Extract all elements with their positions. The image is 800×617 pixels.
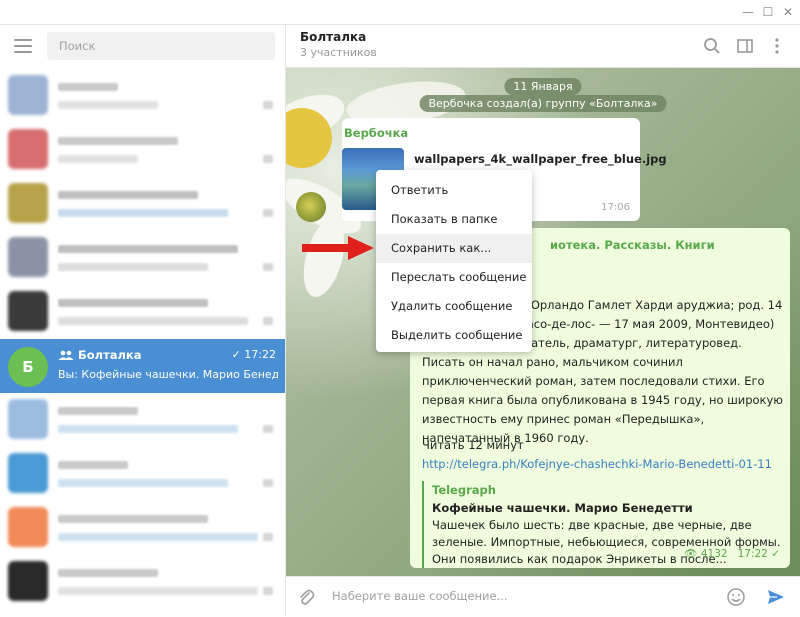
chat-header: Болталка 3 участников (286, 25, 800, 68)
chat-time-value: 17:22 (244, 348, 276, 361)
menu-item-save-as[interactable]: Сохранить как... (376, 234, 532, 263)
chat-item-blurred[interactable] (0, 447, 285, 501)
preview-text: Чашечек было шесть: две красные, две чер… (432, 518, 781, 566)
chat-preview-blurred (58, 263, 208, 271)
service-message: Вербочка создал(а) группу «Болталка» (419, 95, 667, 112)
preview-title: Кофейные чашечки. Марио Бенедетти (432, 501, 693, 515)
title-bar: — ☐ ✕ (0, 0, 800, 25)
view-count: 4132 (700, 548, 728, 560)
chat-preview-blurred (58, 587, 258, 595)
avatar (8, 291, 48, 331)
chat-preview-blurred (58, 155, 138, 163)
sender-avatar[interactable] (296, 192, 326, 222)
context-menu: Ответить Показать в папке Сохранить как.… (376, 170, 532, 352)
red-arrow-annotation (302, 236, 374, 260)
hamburger-menu-icon[interactable] (14, 39, 32, 53)
chat-meta-blurred (263, 533, 273, 541)
attach-icon[interactable] (296, 587, 316, 607)
avatar (8, 237, 48, 277)
avatar (8, 507, 48, 547)
chat-preview-blurred (58, 209, 228, 217)
chat-item-blurred[interactable] (0, 231, 285, 285)
chat-item-blurred[interactable] (0, 501, 285, 555)
chat-meta-blurred (263, 209, 273, 217)
chat-preview: Вы: Кофейные чашечки. Марио Бенедетти (58, 368, 278, 381)
avatar (8, 183, 48, 223)
chat-meta-blurred (263, 155, 273, 163)
date-pill: 11 Января (504, 78, 582, 95)
forwarded-channel[interactable]: иотека. Рассказы. Книги (550, 238, 715, 252)
avatar (8, 561, 48, 601)
check-icon: ✓ (771, 548, 780, 560)
emoji-icon[interactable] (726, 587, 746, 607)
chat-meta-blurred (263, 101, 273, 109)
menu-item-delete[interactable]: Удалить сообщение (376, 292, 532, 321)
chat-meta-blurred (263, 479, 273, 487)
avatar (8, 399, 48, 439)
chat-item-blurred[interactable] (0, 285, 285, 339)
group-icon (58, 350, 74, 360)
chat-name-blurred (58, 245, 238, 253)
chat-meta-blurred (263, 263, 273, 271)
menu-item-forward[interactable]: Переслать сообщение (376, 263, 532, 292)
chat-meta-blurred (263, 317, 273, 325)
message-input[interactable]: Наберите ваше сообщение... (332, 589, 508, 603)
preview-source: Telegraph (432, 483, 496, 497)
chat-name-blurred (58, 461, 128, 469)
chat-preview-blurred (58, 317, 248, 325)
message-time: 17:06 (601, 202, 630, 213)
avatar (8, 75, 48, 115)
chat-meta-blurred (263, 587, 273, 595)
message-meta: 👁 4132 17:22 ✓ (684, 547, 780, 560)
chat-background: 11 Января Вербочка создал(а) группу «Бол… (286, 68, 800, 576)
chat-meta-blurred (263, 425, 273, 433)
chat-name: Болталка (78, 348, 142, 362)
chat-item-blurred[interactable] (0, 555, 285, 609)
file-name: wallpapers_4k_wallpaper_free_blue.jpg (414, 152, 667, 166)
avatar (8, 453, 48, 493)
check-icon: ✓ (231, 348, 241, 361)
maximize-button[interactable]: ☐ (759, 3, 777, 21)
chat-preview-blurred (58, 101, 158, 109)
sidebar: Поиск Б Болталка ✓ 17:22 Вы: Кофейные ча… (0, 25, 286, 616)
menu-item-select[interactable]: Выделить сообщение (376, 321, 532, 350)
chat-name-blurred (58, 191, 198, 199)
sidebar-toggle-icon[interactable] (735, 36, 755, 56)
composer: Наберите ваше сообщение... (286, 576, 800, 617)
minimize-button[interactable]: — (739, 3, 757, 21)
close-button[interactable]: ✕ (779, 3, 797, 21)
menu-item-reply[interactable]: Ответить (376, 176, 532, 205)
chat-name-blurred (58, 569, 158, 577)
more-options-icon[interactable] (767, 36, 787, 56)
chat-title[interactable]: Болталка (300, 30, 366, 44)
chat-preview-blurred (58, 425, 238, 433)
chat-members-count: 3 участников (300, 46, 377, 59)
chat-item-blurred[interactable] (0, 177, 285, 231)
search-input[interactable]: Поиск (47, 32, 275, 60)
chat-item-blurred[interactable] (0, 69, 285, 123)
avatar: Б (8, 347, 48, 387)
chat-list: Б Болталка ✓ 17:22 Вы: Кофейные чашечки.… (0, 69, 285, 609)
search-icon[interactable] (702, 36, 722, 56)
chat-preview-blurred (58, 479, 228, 487)
chat-item-blurred[interactable] (0, 123, 285, 177)
send-icon[interactable] (766, 587, 786, 607)
chat-preview-blurred (58, 533, 258, 541)
read-time: Читать 12 минут (422, 438, 524, 452)
message-time: 17:22 (737, 548, 768, 560)
chat-item-boltalka[interactable]: Б Болталка ✓ 17:22 Вы: Кофейные чашечки.… (0, 339, 285, 393)
chat-name-blurred (58, 407, 138, 415)
message-sender[interactable]: Вербочка (344, 126, 408, 140)
chat-name-blurred (58, 299, 208, 307)
menu-item-show-in-folder[interactable]: Показать в папке (376, 205, 532, 234)
chat-name-blurred (58, 137, 178, 145)
chat-item-blurred[interactable] (0, 393, 285, 447)
avatar (8, 129, 48, 169)
chat-name-blurred (58, 83, 118, 91)
eye-icon: 👁 (684, 548, 698, 560)
message-link[interactable]: http://telegra.ph/Kofejnye-chashechki-Ma… (422, 457, 772, 471)
chat-name-blurred (58, 515, 208, 523)
chat-pane: Болталка 3 участников 11 Января Вербочка… (286, 25, 800, 617)
chat-time: ✓ 17:22 (232, 348, 276, 361)
